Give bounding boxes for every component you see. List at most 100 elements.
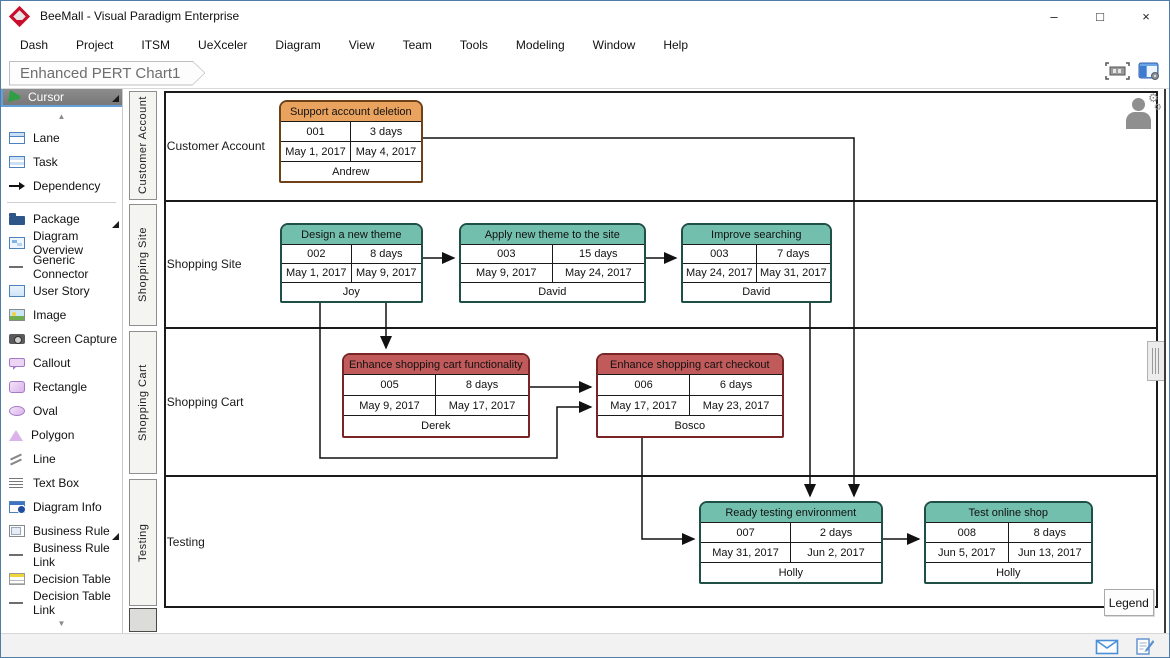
diagram-canvas[interactable]: Customer Account Shopping Site Shopping Ca… bbox=[123, 89, 1169, 633]
polygon-icon bbox=[9, 429, 23, 441]
tool-decision-table[interactable]: Decision Table bbox=[1, 567, 122, 591]
tool-rectangle[interactable]: Rectangle bbox=[1, 375, 122, 399]
menu-modeling[interactable]: Modeling bbox=[502, 31, 579, 58]
panel-grip-handle[interactable] bbox=[1147, 341, 1165, 381]
cursor-icon bbox=[8, 90, 21, 104]
legend-button[interactable]: Legend bbox=[1104, 589, 1154, 616]
menu-dash[interactable]: Dash bbox=[6, 31, 62, 58]
task-name: Enhance shopping cart functionality bbox=[344, 355, 528, 375]
menu-project[interactable]: Project bbox=[62, 31, 127, 58]
task-owner: Bosco bbox=[598, 416, 782, 436]
pert-task-test-online-shop[interactable]: Test online shop0088 daysJun 5, 2017Jun … bbox=[924, 501, 1093, 584]
app-logo-icon bbox=[9, 5, 30, 26]
mail-icon[interactable] bbox=[1095, 639, 1119, 655]
task-start: Jun 5, 2017 bbox=[926, 543, 1008, 562]
task-name: Improve searching bbox=[683, 225, 830, 245]
line-icon bbox=[9, 453, 25, 465]
pert-task-design-a-new-theme[interactable]: Design a new theme0028 daysMay 1, 2017Ma… bbox=[280, 223, 423, 303]
task-end: May 23, 2017 bbox=[689, 396, 782, 416]
pert-task-improve-searching[interactable]: Improve searching0037 daysMay 24, 2017Ma… bbox=[681, 223, 832, 303]
tool-package[interactable]: Package bbox=[1, 207, 122, 231]
toolbox-separator bbox=[7, 202, 116, 203]
tool-oval[interactable]: Oval bbox=[1, 399, 122, 423]
menu-bar: DashProjectITSMUeXcelerDiagramViewTeamTo… bbox=[1, 31, 1169, 58]
menu-uexceler[interactable]: UeXceler bbox=[184, 31, 261, 58]
lane-header-shopping-cart[interactable]: Shopping Cart bbox=[129, 331, 157, 474]
lane-header-shopping-site[interactable]: Shopping Site bbox=[129, 204, 157, 326]
task-owner: Andrew bbox=[281, 162, 421, 181]
task-end: May 17, 2017 bbox=[435, 396, 528, 416]
tool-cursor[interactable]: Cursor bbox=[1, 89, 122, 107]
lane-name-shopping-site: Shopping Site bbox=[167, 257, 242, 271]
window-title: BeeMall - Visual Paradigm Enterprise bbox=[40, 9, 239, 23]
window-controls: – □ × bbox=[1031, 1, 1169, 31]
task-start: May 17, 2017 bbox=[598, 396, 690, 416]
task-owner: Holly bbox=[926, 563, 1091, 582]
pert-task-ready-testing-environment[interactable]: Ready testing environment0072 daysMay 31… bbox=[699, 501, 883, 584]
tool-dependency[interactable]: Dependency bbox=[1, 174, 122, 198]
tool-user-story[interactable]: User Story bbox=[1, 279, 122, 303]
tool-decision-table-link[interactable]: Decision Table Link bbox=[1, 591, 122, 615]
task-duration: 15 days bbox=[552, 245, 644, 263]
scroll-up-icon: ▲ bbox=[57, 112, 65, 121]
tab-bar: Enhanced PERT Chart1 bbox=[1, 58, 1169, 89]
lane-header-testing[interactable]: Testing bbox=[129, 479, 157, 606]
tool-line[interactable]: Line bbox=[1, 447, 122, 471]
tool-generic-connector[interactable]: Generic Connector bbox=[1, 255, 122, 279]
tool-text-box[interactable]: Text Box bbox=[1, 471, 122, 495]
lane-name-testing: Testing bbox=[167, 535, 205, 549]
tool-lane[interactable]: Lane bbox=[1, 126, 122, 150]
task-duration: 8 days bbox=[435, 375, 528, 395]
tool-callout[interactable]: Callout bbox=[1, 351, 122, 375]
menu-diagram[interactable]: Diagram bbox=[261, 31, 334, 58]
status-bar bbox=[1, 633, 1169, 658]
tab-enhanced-pert-chart1[interactable]: Enhanced PERT Chart1 bbox=[9, 61, 205, 86]
task-start: May 1, 2017 bbox=[281, 142, 351, 161]
lane-divider bbox=[164, 327, 1158, 329]
task-start: May 9, 2017 bbox=[344, 396, 436, 416]
close-button[interactable]: × bbox=[1123, 1, 1169, 31]
minimize-button[interactable]: – bbox=[1031, 1, 1077, 31]
callout-icon bbox=[9, 358, 25, 367]
toolbox-scroll-down[interactable]: ▼ bbox=[1, 615, 122, 633]
tool-business-rule-link[interactable]: Business Rule Link bbox=[1, 543, 122, 567]
fit-to-selection-icon[interactable] bbox=[1105, 62, 1130, 81]
tool-label: Oval bbox=[33, 404, 58, 418]
menu-view[interactable]: View bbox=[335, 31, 389, 58]
business-rule-icon bbox=[9, 525, 25, 537]
task-start: May 9, 2017 bbox=[461, 264, 552, 282]
menu-window[interactable]: Window bbox=[579, 31, 650, 58]
menu-team[interactable]: Team bbox=[389, 31, 446, 58]
task-id: 008 bbox=[926, 523, 1008, 542]
maximize-button[interactable]: □ bbox=[1077, 1, 1123, 31]
generic-connector-icon bbox=[9, 261, 25, 273]
lane-header-customer-account[interactable]: Customer Account bbox=[129, 91, 157, 200]
tool-image[interactable]: Image bbox=[1, 303, 122, 327]
pert-task-apply-new-theme-to-the-site[interactable]: Apply new theme to the site00315 daysMay… bbox=[459, 223, 646, 303]
decision-table-link-icon bbox=[9, 597, 25, 609]
tool-diagram-info[interactable]: Diagram Info bbox=[1, 495, 122, 519]
tool-business-rule[interactable]: Business Rule bbox=[1, 519, 122, 543]
edit-document-icon[interactable] bbox=[1135, 637, 1155, 656]
pert-task-support-account-deletion[interactable]: Support account deletion0013 daysMay 1, … bbox=[279, 100, 423, 183]
task-id: 003 bbox=[683, 245, 756, 263]
menu-itsm[interactable]: ITSM bbox=[127, 31, 184, 58]
pert-task-enhance-shopping-cart-functionality[interactable]: Enhance shopping cart functionality0058 … bbox=[342, 353, 530, 438]
decision-table-icon bbox=[9, 573, 25, 585]
tool-label: Package bbox=[33, 212, 80, 226]
tool-task[interactable]: Task bbox=[1, 150, 122, 174]
tool-polygon[interactable]: Polygon bbox=[1, 423, 122, 447]
tool-screen-capture[interactable]: Screen Capture bbox=[1, 327, 122, 351]
model-panel-icon[interactable] bbox=[1138, 62, 1161, 81]
toolbox-sidebar: Cursor ▲ LaneTaskDependency Package Diagra… bbox=[1, 89, 123, 633]
task-end: May 24, 2017 bbox=[552, 264, 644, 282]
tool-cursor-label: Cursor bbox=[28, 90, 64, 104]
menu-help[interactable]: Help bbox=[649, 31, 702, 58]
toolbox-scroll-up[interactable]: ▲ bbox=[1, 107, 122, 125]
task-end: May 9, 2017 bbox=[351, 264, 421, 282]
menu-tools[interactable]: Tools bbox=[446, 31, 502, 58]
lane-icon bbox=[9, 132, 25, 144]
tool-diagram-overview[interactable]: Diagram Overview bbox=[1, 231, 122, 255]
task-duration: 8 days bbox=[1008, 523, 1091, 542]
pert-task-enhance-shopping-cart-checkout[interactable]: Enhance shopping cart checkout0066 daysM… bbox=[596, 353, 784, 438]
